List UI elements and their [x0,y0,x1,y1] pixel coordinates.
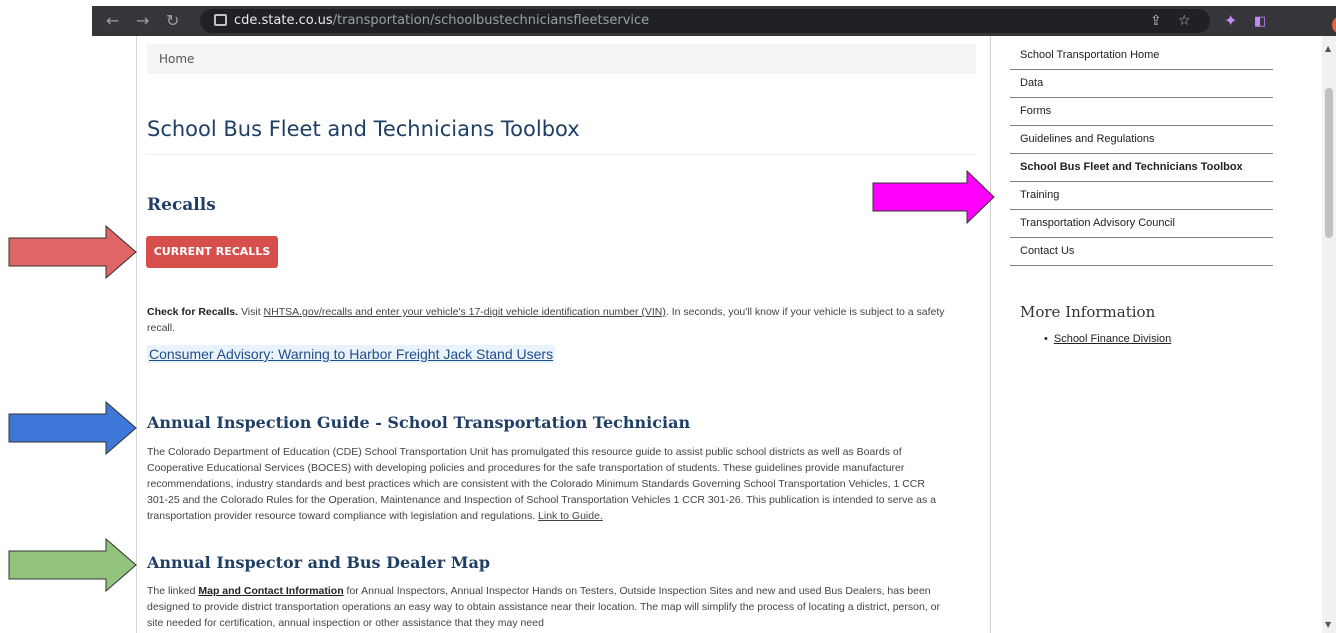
sidebar-item-contact-us[interactable]: Contact Us [1010,238,1273,266]
breadcrumb: Home [147,44,976,74]
check-recalls-bold: Check for Recalls. [147,306,239,318]
inspection-guide-heading: Annual Inspection Guide - School Transpo… [147,413,691,432]
side-panel-icon[interactable]: ◧ [1254,13,1266,31]
more-information-heading: More Information [1020,303,1156,321]
bookmark-star-icon[interactable]: ☆ [1178,13,1191,29]
extensions-icon[interactable]: ✦ [1224,12,1237,30]
back-icon[interactable]: ← [106,12,119,30]
recalls-heading: Recalls [147,195,216,215]
current-recalls-button[interactable]: CURRENT RECALLS [146,236,278,268]
inspector-map-heading: Annual Inspector and Bus Dealer Map [147,553,491,572]
map-contact-link[interactable]: Map and Contact Information [198,585,343,597]
consumer-advisory-link[interactable]: Consumer Advisory: Warning to Harbor Fre… [147,345,556,363]
school-finance-link[interactable]: School Finance Division [1054,333,1171,345]
scroll-up-arrow-icon[interactable]: ▲ [1325,44,1331,53]
browser-toolbar: ← → ↻ cde.state.co.us/transportation/sch… [92,6,1336,36]
nhtsa-link[interactable]: NHTSA.gov/recalls and enter your vehicle… [264,306,666,318]
breadcrumb-home[interactable]: Home [159,52,194,66]
url-text: cde.state.co.us/transportation/schoolbus… [234,13,650,28]
sidebar-item-guidelines[interactable]: Guidelines and Regulations [1010,126,1273,154]
check-recalls-paragraph: Check for Recalls. Visit NHTSA.gov/recal… [147,304,947,336]
green-arrow-shape [8,538,137,592]
title-divider [147,154,976,155]
reload-icon[interactable]: ↻ [166,12,179,30]
sidebar-item-transportation-home[interactable]: School Transportation Home [1010,42,1273,70]
magenta-arrow-icon [872,170,995,224]
blue-arrow-shape [8,401,137,455]
link-to-guide[interactable]: Link to Guide. [538,510,603,522]
address-bar[interactable]: cde.state.co.us/transportation/schoolbus… [200,9,1210,33]
more-information-list: • School Finance Division [1044,333,1171,345]
sidebar-item-data[interactable]: Data [1010,70,1273,98]
share-icon[interactable]: ⇪ [1150,13,1162,29]
profile-avatar[interactable]: R [1332,16,1336,34]
red-arrow-icon [8,225,137,279]
sidebar-nav: School Transportation Home Data Forms Gu… [1010,42,1273,266]
forward-icon[interactable]: → [136,12,149,30]
blue-arrow-icon [8,401,137,455]
sidebar-left-border [990,36,991,633]
bullet-icon: • [1044,333,1048,345]
sidebar-item-advisory-council[interactable]: Transportation Advisory Council [1010,210,1273,238]
lock-icon [214,14,227,26]
sidebar-item-forms[interactable]: Forms [1010,98,1273,126]
scrollbar-thumb[interactable] [1325,88,1333,238]
inspector-map-paragraph: The linked Map and Contact Information f… [147,583,947,631]
magenta-arrow-shape [872,170,995,224]
red-arrow-shape [8,225,137,279]
map-intro-text: The linked [147,585,199,597]
sidebar-item-training[interactable]: Training [1010,182,1273,210]
sidebar-item-toolbox[interactable]: School Bus Fleet and Technicians Toolbox [1010,154,1273,182]
check-visit-text: Visit [238,306,264,318]
page-title: School Bus Fleet and Technicians Toolbox [147,117,580,141]
scroll-down-arrow-icon[interactable]: ▼ [1325,620,1331,629]
inspection-guide-paragraph: The Colorado Department of Education (CD… [147,444,947,524]
green-arrow-icon [8,538,137,592]
